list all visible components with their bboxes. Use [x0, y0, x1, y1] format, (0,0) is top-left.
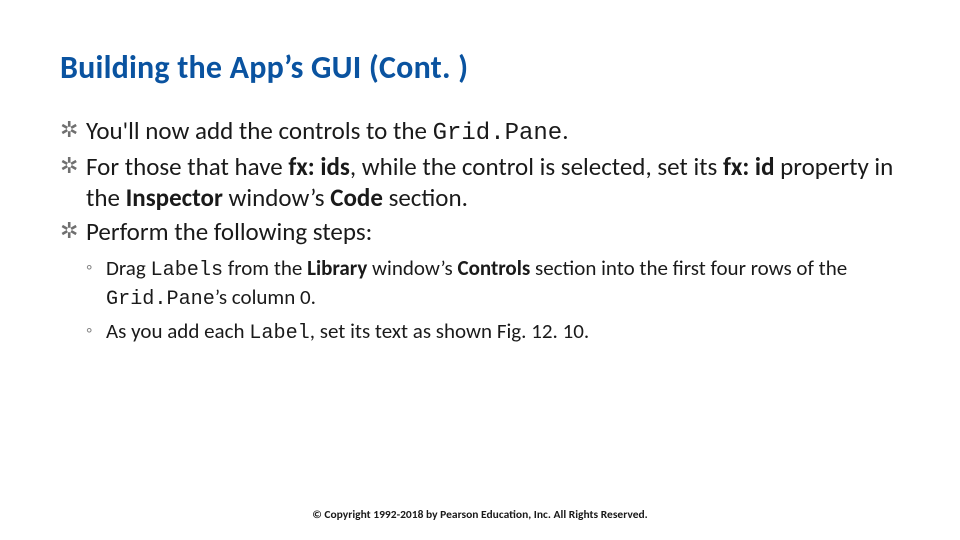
- slide: Building the App’s GUI (Cont. ) ✲ You'll…: [0, 0, 960, 540]
- sub-1-c: window’s: [367, 255, 457, 281]
- sub-1-e: ’s column 0.: [215, 284, 316, 310]
- sub-2-b: , set its text as shown Fig. 12. 10.: [310, 318, 589, 344]
- bullet-2: ✲ For those that have fx: ids, while the…: [60, 151, 900, 214]
- main-bullet-list: ✲ You'll now add the controls to the Gri…: [60, 115, 900, 247]
- sub-1-library: Library: [307, 255, 367, 281]
- bullet-3: ✲ Perform the following steps:: [60, 216, 900, 247]
- sub-bullet-2: ◦ As you add each Label, set its text as…: [86, 318, 900, 347]
- bullet-2-e: section.: [383, 182, 468, 213]
- bullet-1: ✲ You'll now add the controls to the Gri…: [60, 115, 900, 149]
- sub-1-gridpane: Grid.Pane: [106, 288, 215, 311]
- sub-bullet-icon: ◦: [86, 319, 92, 342]
- bullet-icon: ✲: [60, 116, 78, 144]
- slide-title: Building the App’s GUI (Cont. ): [60, 48, 900, 87]
- bullet-2-fxid: fx: id: [723, 151, 775, 182]
- sub-bullet-list: ◦ Drag Labels from the Library window’s …: [60, 255, 900, 347]
- sub-bullet-icon: ◦: [86, 256, 92, 279]
- sub-1-controls: Controls: [457, 255, 530, 281]
- bullet-2-code: Code: [330, 182, 383, 213]
- bullet-icon: ✲: [60, 152, 78, 180]
- sub-1-a: Drag: [106, 255, 151, 281]
- bullet-2-inspector: Inspector: [126, 182, 223, 213]
- bullet-1-text-post: .: [562, 115, 568, 146]
- bullet-3-text: Perform the following steps:: [86, 216, 372, 247]
- sub-1-labels: Labels: [151, 259, 224, 282]
- bullet-2-fxids: fx: ids: [288, 151, 349, 182]
- bullet-2-d: window’s: [223, 182, 330, 213]
- sub-bullet-1: ◦ Drag Labels from the Library window’s …: [86, 255, 900, 313]
- bullet-1-code: Grid.Pane: [433, 120, 563, 147]
- sub-2-a: As you add each: [106, 318, 249, 344]
- sub-1-b: from the: [223, 255, 307, 281]
- bullet-1-text-pre: You'll now add the controls to the: [86, 115, 433, 146]
- copyright-footer: © Copyright 1992-2018 by Pearson Educati…: [0, 508, 960, 522]
- bullet-2-a: For those that have: [86, 151, 288, 182]
- sub-2-label: Label: [249, 322, 309, 345]
- bullet-icon: ✲: [60, 217, 78, 245]
- bullet-2-b: , while the control is selected, set its: [350, 151, 723, 182]
- sub-1-d: section into the first four rows of the: [530, 255, 847, 281]
